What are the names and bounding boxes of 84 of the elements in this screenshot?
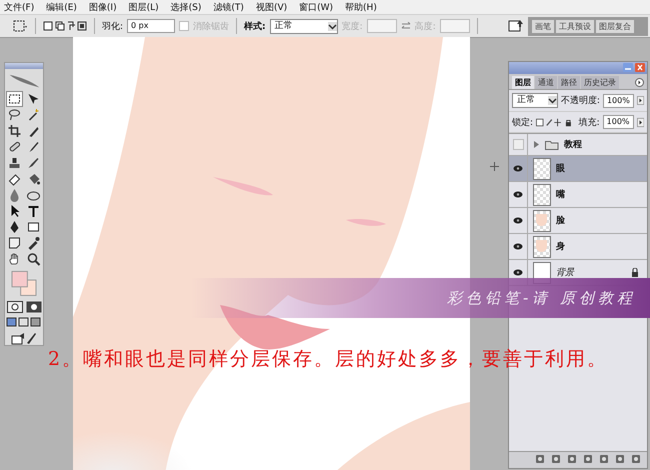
crosshair-icon: [490, 162, 499, 171]
menu-item[interactable]: 文件(F): [4, 0, 34, 14]
caret-icon: [548, 96, 557, 105]
feather-label: 羽化:: [102, 20, 124, 32]
layer-row[interactable]: 嘴: [509, 182, 647, 208]
fill-label: 填充:: [578, 116, 600, 128]
blend-mode-dropdown[interactable]: 正常: [512, 93, 558, 108]
layer-row[interactable]: 背景: [509, 260, 647, 286]
layer-name: 嘴: [556, 188, 565, 201]
lock-options-icons[interactable]: [536, 118, 573, 126]
palette-tab[interactable]: 画笔: [532, 20, 554, 32]
eye-icon[interactable]: [513, 269, 523, 276]
screen-mode-icon[interactable]: [6, 317, 42, 327]
panel-tab[interactable]: 路径: [558, 76, 580, 89]
eye-icon[interactable]: [513, 191, 523, 198]
menu-item[interactable]: 窗口(W): [299, 0, 334, 14]
eye-icon[interactable]: [513, 243, 523, 250]
stamp-icon[interactable]: [7, 156, 22, 170]
panel-tab[interactable]: 图层: [512, 76, 534, 89]
lasso-icon[interactable]: [7, 108, 22, 122]
panel-tab[interactable]: 通道: [535, 76, 557, 89]
jump-to-icon[interactable]: [11, 331, 37, 345]
quick-mask-icon[interactable]: [26, 301, 42, 313]
lock-label: 锁定:: [512, 116, 534, 128]
feather-icon: [7, 72, 41, 88]
eye-icon[interactable]: [513, 165, 523, 172]
banner-text: 彩色铅笔-请 原创教程: [446, 288, 636, 308]
close-icon[interactable]: [635, 63, 645, 72]
eraser-icon[interactable]: [7, 172, 22, 186]
standard-mode-icon[interactable]: [6, 301, 22, 313]
search-icon[interactable]: [26, 252, 41, 266]
fill-field[interactable]: 100%: [602, 115, 634, 129]
layer-row[interactable]: 脸: [509, 208, 647, 234]
menu-item[interactable]: 滤镜(T): [213, 0, 244, 14]
selection-mode-icons[interactable]: [43, 20, 87, 32]
toolbox-title-bar: [5, 63, 43, 69]
height-label: 高度:: [414, 20, 436, 32]
panel-menu-icon[interactable]: [635, 78, 644, 87]
layer-name: 身: [556, 240, 565, 253]
width-label: 宽度:: [342, 20, 363, 32]
opacity-label: 不透明度:: [560, 94, 600, 107]
menu-item[interactable]: 图层(L): [128, 0, 159, 14]
caret-right-icon[interactable]: [636, 116, 644, 128]
note-icon[interactable]: [7, 236, 22, 250]
marquee-icon[interactable]: [12, 19, 28, 33]
marquee-icon[interactable]: [7, 92, 22, 106]
crop-icon[interactable]: [7, 124, 22, 138]
move-icon[interactable]: [26, 92, 41, 106]
rectangle-icon[interactable]: [26, 220, 41, 234]
expand-triangle-icon[interactable]: [533, 141, 540, 148]
panel-tab[interactable]: 历史记录: [581, 76, 619, 89]
caret-right-icon[interactable]: [636, 95, 644, 106]
minimize-icon[interactable]: [623, 63, 633, 72]
menu-item[interactable]: 选择(S): [170, 0, 202, 14]
layer-thumbnail: [533, 262, 551, 284]
layer-name: 教程: [564, 138, 582, 151]
menu-item[interactable]: 编辑(E): [46, 0, 77, 14]
wand-icon[interactable]: [26, 108, 41, 122]
menu-item[interactable]: 视图(V): [256, 0, 288, 14]
file-browser-icon[interactable]: [508, 19, 524, 33]
palette-tab[interactable]: 工具预设: [556, 20, 594, 32]
layer-row[interactable]: 眼: [509, 156, 647, 182]
width-field[interactable]: [366, 19, 397, 33]
layer-name: 眼: [556, 162, 565, 175]
type-icon[interactable]: [26, 204, 41, 218]
palette-tab[interactable]: 图层复合: [596, 20, 634, 32]
swap-icon[interactable]: [400, 22, 411, 30]
menu-item[interactable]: 帮助(H): [345, 0, 377, 14]
menu-item[interactable]: 图像(I): [88, 0, 117, 14]
height-field[interactable]: [440, 19, 470, 33]
layer-row[interactable]: 身: [509, 234, 647, 260]
layer-name: 背景: [556, 266, 574, 279]
color-swatches-icon[interactable]: [10, 270, 38, 297]
style-dropdown[interactable]: 正常: [270, 18, 338, 34]
layer-name: 脸: [556, 214, 565, 227]
opacity-field[interactable]: 100%: [602, 94, 634, 108]
eye-icon[interactable]: [513, 217, 523, 224]
feather-field[interactable]: 0 px: [127, 19, 176, 33]
eyedropper-icon[interactable]: [26, 236, 41, 250]
brush-icon[interactable]: [26, 156, 41, 170]
caption-text: 2。嘴和眼也是同样分层保存。层的好处多多，要善于利用。: [48, 347, 608, 372]
style-label: 样式:: [244, 20, 266, 32]
antialias-label: 消除锯齿: [193, 20, 230, 32]
caret-icon: [328, 22, 337, 30]
